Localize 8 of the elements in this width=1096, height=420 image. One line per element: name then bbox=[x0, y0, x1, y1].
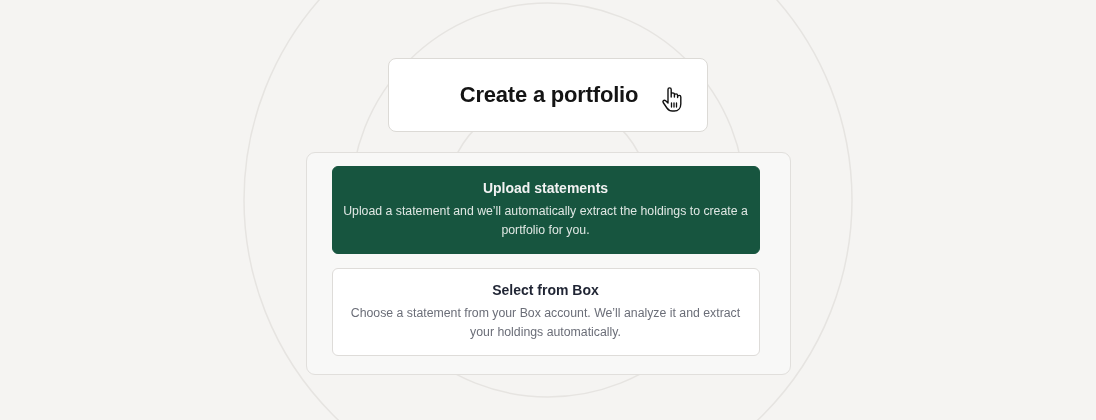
option-card[interactable]: Upload statements Upload a statement and we’ll automatically extract the holdings to create a portfolio for you. bbox=[331, 166, 760, 254]
pointer-hand-icon bbox=[660, 85, 685, 113]
option-card[interactable]: Select from Box Choose a statement from your Box account. We’ll analyze it and extract your holdings automatically. bbox=[331, 268, 760, 356]
option-title: Upload statements bbox=[482, 180, 609, 196]
create-portfolio-button[interactable]: Create a portfolio bbox=[388, 58, 708, 132]
option-title: Select from Box bbox=[492, 282, 599, 298]
option-description: Upload a statement and we’ll automatically extract the holdings to create a portfolio for you. bbox=[342, 203, 749, 239]
option-description: Choose a statement from your Box account. We’ll analyze it and extract your holdings automatically. bbox=[349, 305, 742, 341]
